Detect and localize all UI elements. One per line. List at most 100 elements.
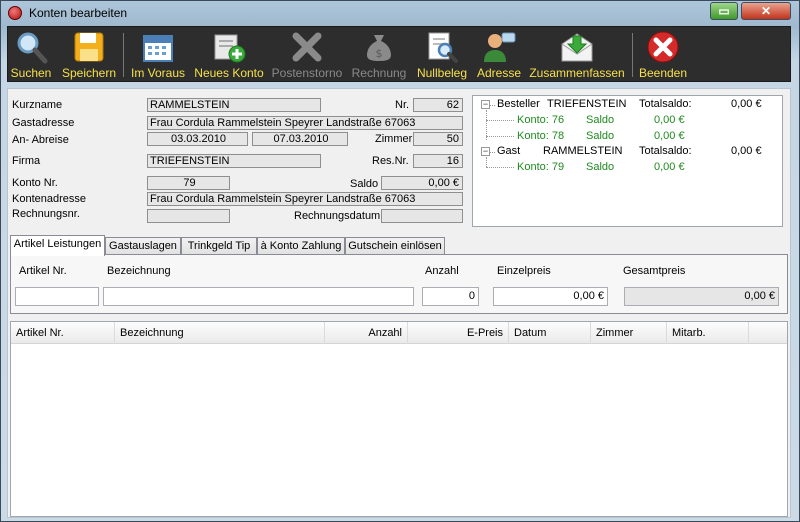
tree-gast-name[interactable]: RAMMELSTEIN <box>543 145 622 157</box>
kurzname-field[interactable]: RAMMELSTEIN <box>147 98 321 112</box>
grid-header: Artikel Nr. Bezeichnung Anzahl E-Preis D… <box>11 322 787 344</box>
toolbar-separator <box>123 33 124 77</box>
col-anzahl[interactable]: Anzahl <box>325 322 408 344</box>
exit-x-icon <box>647 31 679 63</box>
beenden-button[interactable]: Beenden <box>636 27 690 81</box>
adresse-label: Adresse <box>476 66 522 80</box>
konto-label: Konto Nr. <box>12 177 58 189</box>
anzahl-label: Anzahl <box>425 265 459 277</box>
neues-konto-button[interactable]: Neues Konto <box>192 27 266 81</box>
tree-gast-total-label: Totalsaldo: <box>639 145 692 157</box>
tree-gast-role[interactable]: Gast <box>497 145 520 157</box>
app-icon <box>8 6 22 20</box>
beenden-label: Beenden <box>638 66 688 80</box>
magnifier-icon <box>17 32 48 64</box>
saldo-field[interactable]: 0,00 € <box>381 176 463 190</box>
bezeichnung-input[interactable] <box>103 287 414 306</box>
collapse-icon[interactable]: − <box>481 100 490 109</box>
tree-line <box>490 152 495 153</box>
zusammenfassen-label: Zusammenfassen <box>529 66 625 80</box>
tab-gutschein-einloesen[interactable]: Gutschein einlösen <box>345 237 445 255</box>
an-abreise-label: An- Abreise <box>12 134 69 146</box>
tab-a-konto-zahlung[interactable]: à Konto Zahlung <box>257 237 345 255</box>
app-window: Konten bearbeiten ▭ ✕ Suchen Speichern I… <box>0 0 800 522</box>
account-tree[interactable]: − Besteller TRIEFENSTEIN Totalsaldo: 0,0… <box>472 95 783 227</box>
tree-konto-79-saldo-label: Saldo <box>586 161 615 173</box>
im-voraus-label: Im Voraus <box>130 66 186 80</box>
speichern-button[interactable]: Speichern <box>60 27 118 81</box>
items-grid[interactable]: Artikel Nr. Bezeichnung Anzahl E-Preis D… <box>10 321 788 517</box>
floppy-disk-icon <box>74 32 104 62</box>
adresse-button[interactable]: Adresse <box>474 27 524 81</box>
col-datum[interactable]: Datum <box>509 322 591 344</box>
calendar-icon <box>143 35 173 62</box>
collapse-icon[interactable]: − <box>481 147 490 156</box>
new-account-icon <box>214 34 246 63</box>
title-bar: Konten bearbeiten ▭ ✕ <box>1 1 799 25</box>
col-artikel-nr[interactable]: Artikel Nr. <box>11 322 115 344</box>
col-zimmer[interactable]: Zimmer <box>591 322 667 344</box>
resnr-label: Res.Nr. <box>372 155 409 167</box>
firma-label: Firma <box>12 155 41 167</box>
col-mitarb[interactable]: Mitarb. <box>667 322 749 344</box>
tree-line <box>486 157 487 167</box>
rechnung-button[interactable]: $ Rechnung <box>348 27 410 81</box>
close-button[interactable]: ✕ <box>741 2 791 20</box>
nullbeleg-button[interactable]: Nullbeleg <box>414 27 470 81</box>
postenstorno-button[interactable]: Postenstorno <box>270 27 344 81</box>
tree-line <box>486 136 514 137</box>
tree-konto-78[interactable]: Konto: 78 <box>517 130 564 142</box>
suchen-button[interactable]: Suchen <box>8 27 54 81</box>
artikel-nr-label: Artikel Nr. <box>19 265 67 277</box>
tab-gastauslagen[interactable]: Gastauslagen <box>105 237 181 255</box>
rechnung-label: Rechnung <box>351 66 407 80</box>
konto-field[interactable]: 79 <box>147 176 230 190</box>
kontenadresse-field[interactable]: Frau Cordula Rammelstein Speyrer Landstr… <box>147 192 463 206</box>
toolbar: Suchen Speichern Im Voraus Neues Konto P… <box>7 26 791 82</box>
tree-konto-76-saldo: 0,00 € <box>654 114 685 126</box>
tree-konto-76-saldo-label: Saldo <box>586 114 615 126</box>
minimize-button[interactable]: ▭ <box>710 2 738 20</box>
tab-artikel-leistungen[interactable]: Artikel Leistungen <box>10 235 105 256</box>
tree-konto-79[interactable]: Konto: 79 <box>517 161 564 173</box>
abreise-field[interactable]: 07.03.2010 <box>252 132 348 146</box>
nr-field[interactable]: 62 <box>413 98 463 112</box>
gastadresse-label: Gastadresse <box>12 117 75 129</box>
kontenadresse-label: Kontenadresse <box>12 193 86 205</box>
col-e-preis[interactable]: E-Preis <box>408 322 509 344</box>
nr-label: Nr. <box>395 99 410 111</box>
tree-besteller-role[interactable]: Besteller <box>497 98 540 110</box>
kurzname-label: Kurzname <box>12 99 63 111</box>
zimmer-label: Zimmer <box>375 133 413 145</box>
svg-text:$: $ <box>376 47 383 60</box>
im-voraus-button[interactable]: Im Voraus <box>128 27 188 81</box>
rechnungsnr-label: Rechnungsnr. <box>12 208 80 220</box>
zimmer-field[interactable]: 50 <box>413 132 463 146</box>
einzelpreis-input[interactable]: 0,00 € <box>493 287 608 306</box>
tree-line <box>486 120 514 121</box>
tree-besteller-name[interactable]: TRIEFENSTEIN <box>547 98 626 110</box>
tab-panel-artikel-leistungen: Artikel Nr. Bezeichnung Anzahl Einzelpre… <box>10 254 788 314</box>
gastadresse-field[interactable]: Frau Cordula Rammelstein Speyrer Landstr… <box>147 116 463 130</box>
artikel-nr-input[interactable] <box>15 287 99 306</box>
anreise-field[interactable]: 03.03.2010 <box>147 132 248 146</box>
tree-gast-total: 0,00 € <box>731 145 762 157</box>
rechnungsdatum-field[interactable] <box>381 209 463 223</box>
envelope-download-icon <box>561 33 593 62</box>
speichern-label: Speichern <box>61 66 117 80</box>
tree-konto-78-saldo: 0,00 € <box>654 130 685 142</box>
document-search-icon <box>428 32 458 63</box>
tree-besteller-total-label: Totalsaldo: <box>639 98 692 110</box>
zusammenfassen-button[interactable]: Zusammenfassen <box>528 27 626 81</box>
rechnungsnr-field[interactable] <box>147 209 230 223</box>
firma-field[interactable]: TRIEFENSTEIN <box>147 154 321 168</box>
money-bag-icon: $ <box>367 35 391 61</box>
anzahl-input[interactable]: 0 <box>422 287 479 306</box>
einzelpreis-label: Einzelpreis <box>497 265 551 277</box>
resnr-field[interactable]: 16 <box>413 154 463 168</box>
col-bezeichnung[interactable]: Bezeichnung <box>115 322 325 344</box>
tab-strip: Artikel Leistungen Gastauslagen Trinkgel… <box>10 235 790 256</box>
tree-konto-76[interactable]: Konto: 76 <box>517 114 564 126</box>
gesamtpreis-field: 0,00 € <box>624 287 779 306</box>
tab-trinkgeld-tip[interactable]: Trinkgeld Tip <box>181 237 257 255</box>
